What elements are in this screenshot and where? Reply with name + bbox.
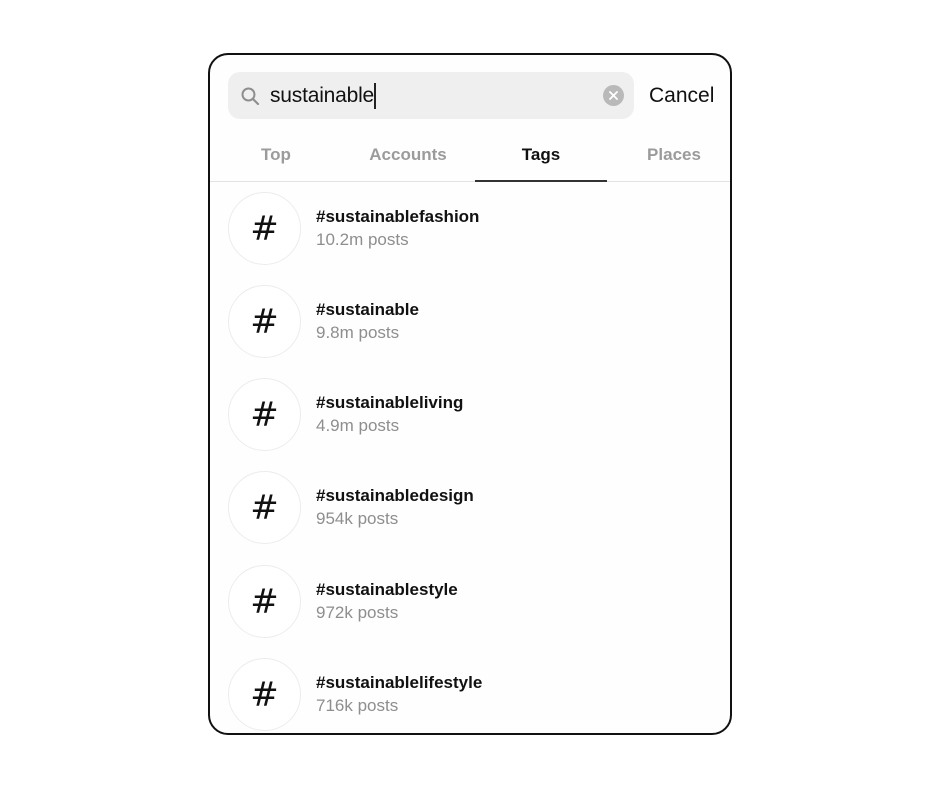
hashtag-icon: # bbox=[228, 565, 301, 638]
hashtag-icon: # bbox=[228, 378, 301, 451]
list-item[interactable]: # #sustainable 9.8m posts bbox=[210, 275, 730, 368]
tab-accounts[interactable]: Accounts bbox=[342, 133, 474, 181]
cancel-button[interactable]: Cancel bbox=[649, 82, 714, 110]
search-query: sustainable bbox=[270, 83, 377, 109]
tag-post-count: 9.8m posts bbox=[316, 323, 400, 342]
search-tabs: Top Accounts Tags Places bbox=[210, 133, 730, 182]
tag-post-count: 10.2m posts bbox=[316, 230, 409, 249]
list-item[interactable]: # #sustainablelifestyle 716k posts bbox=[210, 648, 730, 733]
tag-name: #sustainablelifestyle bbox=[316, 673, 483, 692]
list-item[interactable]: # #sustainablefashion 10.2m posts bbox=[210, 182, 730, 275]
tab-top[interactable]: Top bbox=[210, 133, 342, 181]
tag-name: #sustainabledesign bbox=[316, 486, 474, 505]
search-icon bbox=[241, 87, 260, 106]
tag-name: #sustainablefashion bbox=[316, 207, 480, 226]
hashtag-icon: # bbox=[228, 471, 301, 544]
clear-search-button[interactable] bbox=[603, 85, 624, 106]
tab-places[interactable]: Places bbox=[608, 133, 730, 181]
tab-tags[interactable]: Tags bbox=[475, 133, 607, 182]
tag-name: #sustainablestyle bbox=[316, 580, 458, 599]
list-item[interactable]: # #sustainablestyle 972k posts bbox=[210, 555, 730, 648]
tag-post-count: 716k posts bbox=[316, 696, 399, 715]
list-item[interactable]: # #sustainableliving 4.9m posts bbox=[210, 368, 730, 461]
clear-circle-icon bbox=[609, 91, 618, 100]
tag-post-count: 4.9m posts bbox=[316, 416, 400, 435]
search-screen: sustainable Cancel Top Accounts Tags Pla… bbox=[208, 53, 732, 735]
list-item[interactable]: # #sustainabledesign 954k posts bbox=[210, 461, 730, 554]
tag-post-count: 972k posts bbox=[316, 603, 399, 622]
tag-name: #sustainableliving bbox=[316, 393, 464, 412]
hashtag-icon: # bbox=[228, 285, 301, 358]
search-bar-row: sustainable Cancel bbox=[228, 72, 730, 120]
hashtag-icon: # bbox=[228, 658, 301, 731]
hashtag-icon: # bbox=[228, 192, 301, 265]
text-caret bbox=[374, 83, 377, 109]
search-query-text: sustainable bbox=[270, 84, 375, 107]
tag-post-count: 954k posts bbox=[316, 509, 399, 528]
tag-name: #sustainable bbox=[316, 300, 419, 319]
search-input[interactable]: sustainable bbox=[228, 72, 634, 119]
